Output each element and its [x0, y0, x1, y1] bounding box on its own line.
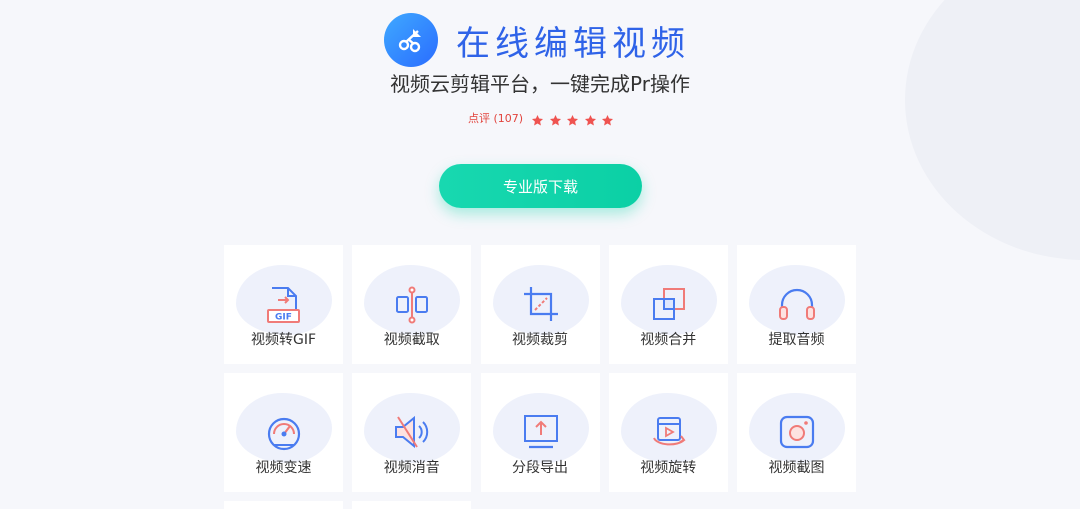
rotate-video-icon [648, 411, 690, 453]
tool-label: 视频合并 [640, 332, 697, 348]
star-icon [531, 112, 544, 125]
tool-tile-partial[interactable] [352, 501, 472, 509]
star-icon [566, 112, 579, 125]
crop-icon [520, 283, 562, 325]
page-subtitle: 视频云剪辑平台，一键完成Pr操作 [390, 72, 690, 96]
star-icon [549, 112, 562, 125]
camera-icon [776, 411, 818, 453]
star-icon [601, 112, 614, 125]
tool-label: 视频转GIF [250, 332, 317, 348]
tool-tile[interactable]: 分段导出 [480, 373, 600, 492]
export-icon [520, 411, 562, 453]
tool-tile[interactable]: 视频截图 [737, 373, 856, 492]
page-title: 在线编辑视频 [456, 23, 690, 64]
video-trim-icon [391, 283, 433, 325]
tool-tile[interactable]: 视频截取 [352, 245, 472, 364]
download-pro-button[interactable]: 专业版下载 [439, 164, 642, 208]
tool-tile[interactable]: 视频合并 [608, 245, 728, 364]
tool-tile[interactable]: 视频旋转 [608, 373, 728, 492]
headphones-icon [776, 283, 818, 325]
svg-text:GIF: GIF [275, 313, 292, 323]
tool-label: 视频旋转 [640, 460, 697, 476]
rating: 点评 (107) [468, 110, 619, 126]
tool-tile[interactable]: GIF 视频转GIF [224, 245, 343, 364]
header: 在线编辑视频 [384, 13, 690, 67]
review-count-link[interactable]: 点评 (107) [468, 110, 523, 126]
tool-label: 提取音频 [768, 332, 825, 348]
mute-icon [391, 411, 433, 453]
tool-label: 分段导出 [512, 460, 568, 476]
page: 在线编辑视频 视频云剪辑平台，一键完成Pr操作 点评 (107) 专业版下载 G… [0, 0, 1080, 509]
tool-label: 视频截取 [383, 332, 440, 348]
tool-grid: GIF 视频转GIF 视频截取 视频裁剪 视频合并 提取音频 视频变速 视频消音… [224, 245, 864, 492]
gif-convert-icon: GIF [263, 283, 305, 325]
tool-tile[interactable]: 提取音频 [737, 245, 856, 364]
star-icon [584, 112, 597, 125]
background-decoration [905, 0, 1080, 260]
tool-label: 视频变速 [255, 460, 312, 476]
tool-label: 视频裁剪 [512, 332, 568, 348]
tool-tile[interactable]: 视频变速 [224, 373, 343, 492]
scissors-logo-icon [384, 13, 438, 67]
tool-tile-partial[interactable] [224, 501, 343, 509]
tool-label: 视频消音 [383, 460, 440, 476]
star-rating [531, 112, 619, 125]
tool-label: 视频截图 [768, 460, 825, 476]
tool-tile[interactable]: 视频消音 [352, 373, 472, 492]
speedometer-icon [263, 411, 305, 453]
tool-tile[interactable]: 视频裁剪 [480, 245, 600, 364]
merge-icon [648, 283, 690, 325]
